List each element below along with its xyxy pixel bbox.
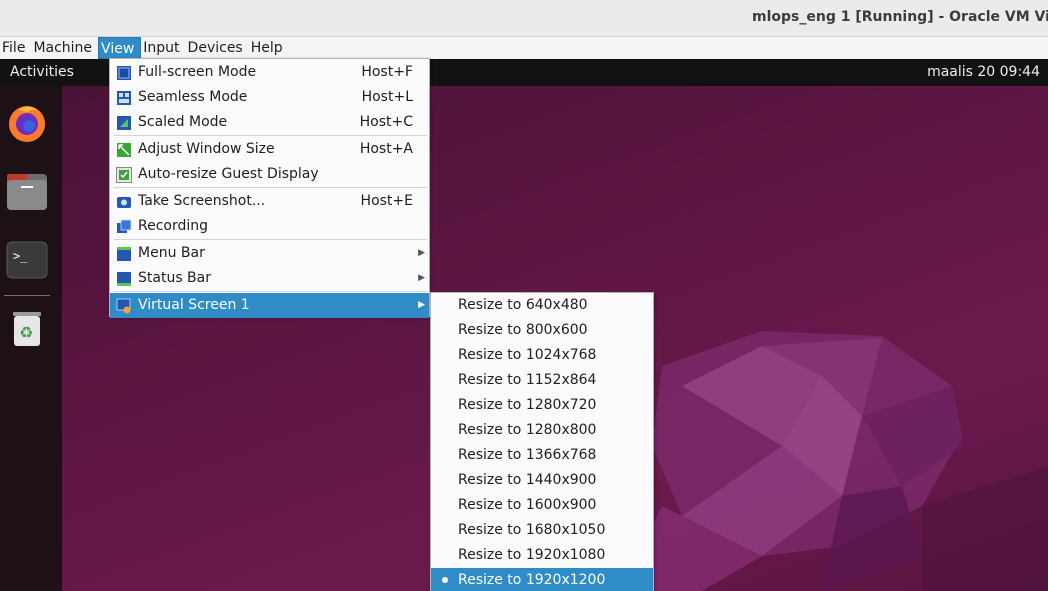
resize-option-label: Resize to 1920x1080 bbox=[458, 547, 606, 563]
menu-help[interactable]: Help bbox=[249, 37, 289, 59]
resize-option-label: Resize to 1366x768 bbox=[458, 447, 597, 463]
firefox-icon[interactable] bbox=[5, 100, 49, 144]
resize-option-label: Resize to 800x600 bbox=[458, 322, 588, 338]
menu-item-fullscreen[interactable]: Full-screen Mode Host+F bbox=[110, 60, 429, 85]
clock[interactable]: maalis 20 09:44 bbox=[927, 64, 1040, 80]
resize-option-label: Resize to 640x480 bbox=[458, 297, 588, 313]
menu-item-virtual-screen-1[interactable]: Virtual Screen 1 ▶ bbox=[110, 293, 429, 318]
scaled-icon bbox=[117, 116, 131, 130]
menu-item-label: Take Screenshot... bbox=[138, 193, 266, 209]
vbox-menubar: File Machine View Input Devices Help bbox=[0, 37, 1048, 59]
menu-item-recording[interactable]: Recording bbox=[110, 214, 429, 239]
resize-option-selected[interactable]: Resize to 1920x1200 bbox=[431, 568, 653, 591]
menu-item-scaled[interactable]: Scaled Mode Host+C bbox=[110, 110, 429, 135]
resize-option[interactable]: Resize to 1280x800 bbox=[431, 418, 653, 443]
menu-item-label: Scaled Mode bbox=[138, 114, 228, 130]
resize-option-label: Resize to 1152x864 bbox=[458, 372, 597, 388]
seamless-icon bbox=[117, 91, 131, 105]
files-icon[interactable] bbox=[5, 170, 49, 214]
dock-separator bbox=[4, 295, 50, 296]
menu-item-adjust-window[interactable]: Adjust Window Size Host+A bbox=[110, 137, 429, 162]
menu-item-label: Auto-resize Guest Display bbox=[138, 166, 319, 182]
recording-icon bbox=[117, 219, 132, 233]
menu-separator bbox=[114, 187, 427, 188]
resize-option-label: Resize to 1024x768 bbox=[458, 347, 597, 363]
fullscreen-icon bbox=[117, 66, 131, 80]
menu-item-label: Adjust Window Size bbox=[138, 141, 275, 157]
resize-option-label: Resize to 1280x720 bbox=[458, 397, 597, 413]
submenu-arrow-icon: ▶ bbox=[418, 300, 425, 310]
selected-radio-icon bbox=[442, 577, 448, 583]
resize-option[interactable]: Resize to 1366x768 bbox=[431, 443, 653, 468]
menu-item-label: Status Bar bbox=[138, 270, 212, 286]
camera-icon bbox=[117, 197, 131, 208]
resize-option-label: Resize to 1920x1200 bbox=[458, 572, 606, 588]
menu-file[interactable]: File bbox=[0, 37, 31, 59]
svg-text:♻: ♻ bbox=[19, 323, 33, 342]
menu-item-label: Recording bbox=[138, 218, 209, 234]
resize-option[interactable]: Resize to 1152x864 bbox=[431, 368, 653, 393]
menu-devices[interactable]: Devices bbox=[186, 37, 249, 59]
submenu-arrow-icon: ▶ bbox=[418, 248, 425, 258]
virtual-screen-submenu: Resize to 640x480 Resize to 800x600 Resi… bbox=[430, 292, 654, 591]
menu-item-take-screenshot[interactable]: Take Screenshot... Host+E bbox=[110, 189, 429, 214]
menu-item-menu-bar[interactable]: Menu Bar ▶ bbox=[110, 241, 429, 266]
resize-option-label: Resize to 1680x1050 bbox=[458, 522, 606, 538]
virtual-screen-icon bbox=[116, 298, 131, 314]
resize-option[interactable]: Resize to 1600x900 bbox=[431, 493, 653, 518]
menu-input[interactable]: Input bbox=[141, 37, 185, 59]
terminal-icon[interactable]: >_ bbox=[5, 238, 49, 282]
menu-bar-icon bbox=[117, 247, 131, 261]
resize-option[interactable]: Resize to 1920x1080 bbox=[431, 543, 653, 568]
menu-item-shortcut: Host+L bbox=[361, 89, 413, 105]
svg-text:>_: >_ bbox=[13, 249, 28, 263]
status-bar-icon bbox=[117, 272, 131, 286]
menu-item-seamless[interactable]: Seamless Mode Host+L bbox=[110, 85, 429, 110]
resize-option[interactable]: Resize to 1024x768 bbox=[431, 343, 653, 368]
menu-separator bbox=[114, 239, 427, 240]
resize-option-label: Resize to 1280x800 bbox=[458, 422, 597, 438]
menu-item-status-bar[interactable]: Status Bar ▶ bbox=[110, 266, 429, 291]
resize-option-label: Resize to 1600x900 bbox=[458, 497, 597, 513]
menu-machine[interactable]: Machine bbox=[31, 37, 98, 59]
menu-view[interactable]: View bbox=[98, 37, 142, 59]
menu-item-auto-resize[interactable]: Auto-resize Guest Display bbox=[110, 162, 429, 187]
menu-item-shortcut: Host+C bbox=[359, 114, 413, 130]
auto-resize-checkbox-icon bbox=[116, 167, 132, 183]
activities-button[interactable]: Activities bbox=[10, 64, 74, 80]
view-menu: Full-screen Mode Host+F Seamless Mode Ho… bbox=[109, 58, 430, 318]
resize-option-label: Resize to 1440x900 bbox=[458, 472, 597, 488]
submenu-arrow-icon: ▶ bbox=[418, 273, 425, 283]
menu-item-shortcut: Host+E bbox=[360, 193, 413, 209]
menu-item-label: Full-screen Mode bbox=[138, 64, 257, 80]
menu-separator bbox=[114, 291, 427, 292]
menu-item-shortcut: Host+F bbox=[361, 64, 413, 80]
trash-icon[interactable]: ♻ bbox=[5, 306, 49, 350]
menu-item-label: Menu Bar bbox=[138, 245, 205, 261]
menu-separator bbox=[114, 135, 427, 136]
resize-option[interactable]: Resize to 640x480 bbox=[431, 293, 653, 318]
window-titlebar: mlops_eng 1 [Running] - Oracle VM Virtua bbox=[0, 0, 1048, 37]
menu-item-shortcut: Host+A bbox=[359, 141, 413, 157]
resize-option[interactable]: Resize to 1280x720 bbox=[431, 393, 653, 418]
resize-option[interactable]: Resize to 1440x900 bbox=[431, 468, 653, 493]
ubuntu-dock: >_ ♻ bbox=[0, 86, 62, 591]
menu-item-label: Virtual Screen 1 bbox=[138, 297, 250, 313]
menu-item-label: Seamless Mode bbox=[138, 89, 248, 105]
resize-option[interactable]: Resize to 800x600 bbox=[431, 318, 653, 343]
adjust-window-icon bbox=[117, 143, 131, 157]
window-title: mlops_eng 1 [Running] - Oracle VM Virtua bbox=[752, 9, 1048, 25]
resize-option[interactable]: Resize to 1680x1050 bbox=[431, 518, 653, 543]
